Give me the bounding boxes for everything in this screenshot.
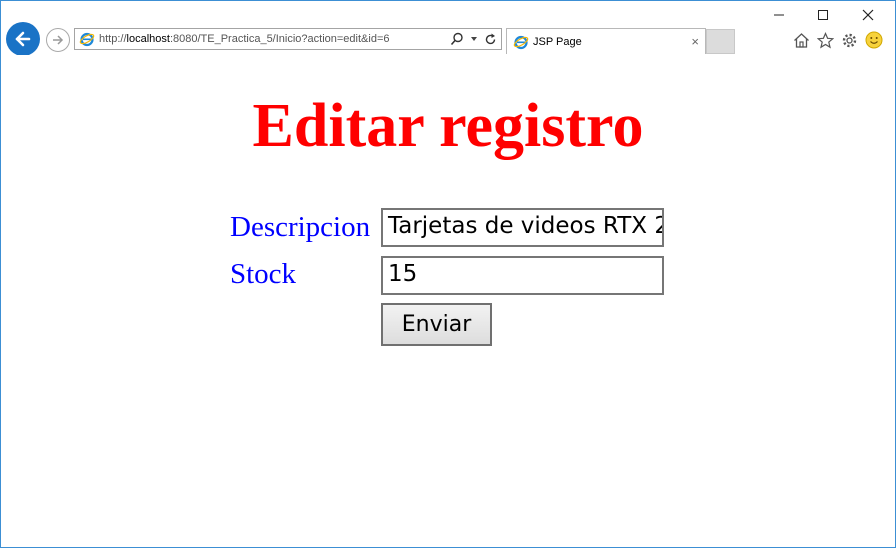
minimize-icon: [774, 14, 784, 16]
enviar-button[interactable]: Enviar: [381, 303, 492, 346]
minimize-button[interactable]: [757, 3, 801, 27]
ie-logo-icon: [79, 32, 95, 47]
address-bar[interactable]: http://localhost:8080/TE_Practica_5/Inic…: [74, 28, 502, 50]
close-window-button[interactable]: [846, 3, 890, 27]
home-icon[interactable]: [793, 32, 810, 49]
descripcion-label: Descripcion: [230, 211, 371, 243]
maximize-icon: [818, 10, 828, 20]
forward-button[interactable]: [46, 28, 70, 52]
url-host: localhost: [126, 33, 170, 45]
settings-gear-icon[interactable]: [841, 32, 858, 49]
stock-label: Stock: [230, 258, 297, 290]
page-content: Editar registro Descripcion Tarjetas de …: [1, 55, 895, 547]
tab-close-icon[interactable]: ×: [691, 34, 699, 49]
url-path: :8080/TE_Practica_5/Inicio?action=edit&i…: [169, 33, 390, 45]
page-title: Editar registro: [252, 92, 644, 160]
tab-jsp-page[interactable]: JSP Page ×: [506, 28, 706, 54]
browser-toolbar: http://localhost:8080/TE_Practica_5/Inic…: [1, 1, 895, 56]
smiley-feedback-icon[interactable]: [865, 31, 883, 49]
maximize-button[interactable]: [801, 3, 845, 27]
back-button[interactable]: [6, 22, 40, 56]
descripcion-input[interactable]: Tarjetas de videos RTX 2: [381, 208, 664, 247]
new-tab-button[interactable]: [706, 29, 735, 54]
browser-right-icons: [793, 31, 883, 49]
favorites-star-icon[interactable]: [817, 31, 834, 49]
dropdown-icon[interactable]: [470, 35, 478, 43]
forward-icon: [53, 35, 64, 45]
url-prefix: http://: [99, 33, 127, 45]
address-bar-actions: [450, 31, 497, 47]
browser-window: http://localhost:8080/TE_Practica_5/Inic…: [0, 0, 896, 548]
search-icon[interactable]: [450, 32, 464, 46]
back-icon: [15, 31, 31, 47]
close-icon: [862, 9, 874, 21]
url-text[interactable]: http://localhost:8080/TE_Practica_5/Inic…: [99, 33, 390, 45]
tab-title: JSP Page: [533, 36, 582, 48]
refresh-icon[interactable]: [484, 33, 497, 46]
stock-input[interactable]: 15: [381, 256, 664, 295]
ie-logo-icon: [513, 35, 529, 50]
